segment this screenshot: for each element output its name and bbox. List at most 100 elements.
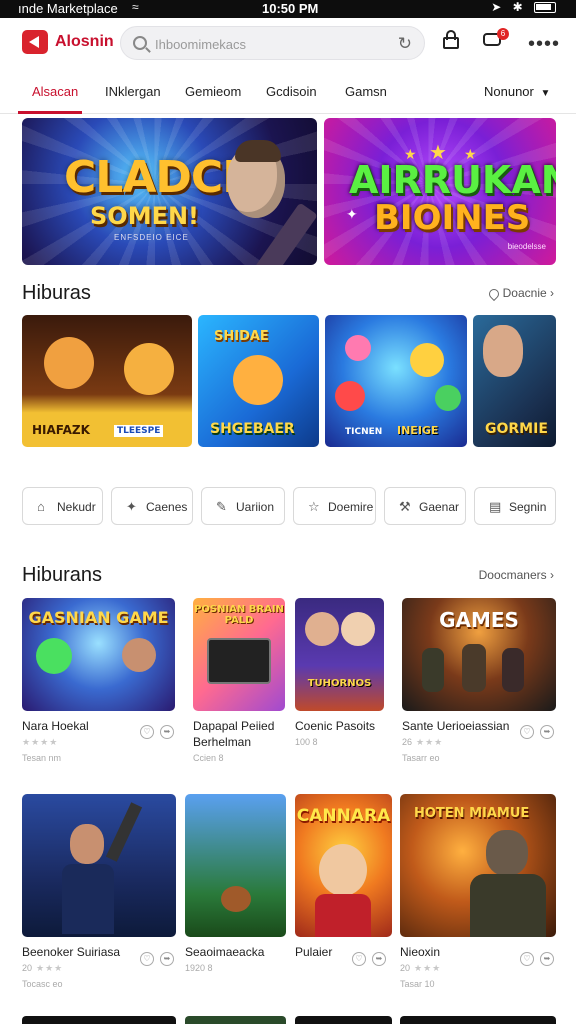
character-icon: [122, 638, 156, 672]
character-icon: [221, 886, 251, 912]
app-name[interactable]: Alosnin: [55, 33, 114, 51]
game-title[interactable]: Seaoimaeacka: [185, 945, 264, 959]
game-title[interactable]: Sante Uerioeiassian: [402, 719, 509, 733]
rating-stars: ★★★: [414, 963, 442, 973]
game-rating: 20: [22, 963, 33, 973]
game-card-image[interactable]: [295, 1016, 392, 1024]
chip-segnin[interactable]: ▤ Segnin: [474, 487, 556, 525]
character-body-icon: [62, 864, 114, 934]
chevron-down-icon: ▼: [540, 88, 551, 99]
promo-banner-2[interactable]: ★ ★ ★ ✦ AIRRUKAN BIOINES bieodelsse: [324, 118, 556, 265]
location-pin-icon: [486, 286, 501, 301]
share-icon[interactable]: ➥: [540, 952, 554, 966]
sparkle-icon: ✦: [126, 499, 137, 514]
game-meta: Tesan nm: [22, 753, 62, 763]
game-title[interactable]: Coenic Pasoits: [295, 719, 375, 733]
section-title-hiburas: Hiburas: [22, 282, 91, 304]
rating-stars: ★★★★: [22, 737, 59, 747]
character-face-icon: [483, 325, 523, 377]
chip-label: Doemire: [328, 500, 374, 514]
promo-banner-1[interactable]: CLADCR SOMEN! ENFSDEIO EICE: [22, 118, 317, 265]
rating-stars: ★★★: [36, 963, 64, 973]
tile-label: INEIGE: [397, 424, 439, 437]
game-title[interactable]: Pulaier: [295, 945, 332, 959]
game-art-title: TUHORNOS: [307, 678, 372, 689]
document-icon: ▤: [489, 499, 502, 514]
game-meta: 100 8: [295, 737, 318, 747]
game-card-image[interactable]: HOTEN MIAMUE: [400, 794, 556, 937]
game-card-image[interactable]: [22, 794, 176, 937]
refresh-icon[interactable]: ↻: [398, 34, 412, 54]
game-rating: 26: [402, 737, 413, 747]
banner-2-caption: bieodelsse: [507, 242, 546, 251]
game-card-image[interactable]: GAMES: [402, 598, 556, 711]
game-card-image[interactable]: TUHORNOS: [295, 598, 384, 711]
chip-nekudr[interactable]: ⌂ Nekudr: [22, 487, 103, 525]
app-header: Alosnin ↻ 6 ••••: [0, 18, 576, 68]
like-icon[interactable]: ♡: [520, 725, 534, 739]
featured-tile[interactable]: HIAFAZK TLEESPE: [22, 315, 192, 447]
game-card-image[interactable]: GASNIAN GAME: [22, 598, 175, 711]
tab-gemieom[interactable]: Gemieom: [185, 84, 241, 99]
character-body-icon: [470, 874, 546, 937]
game-card-image[interactable]: [185, 1016, 286, 1024]
chevron-right-icon: ›: [550, 286, 554, 300]
search-icon: [133, 36, 147, 50]
chip-label: Segnin: [509, 500, 547, 514]
tab-alsacan[interactable]: Alsacan: [32, 84, 78, 99]
chip-caenes[interactable]: ✦ Caenes: [111, 487, 193, 525]
character-face-icon: [227, 140, 285, 218]
tab-gcdisoin[interactable]: Gcdisoin: [266, 84, 317, 99]
lock-icon[interactable]: [442, 30, 460, 49]
game-title[interactable]: Nara Hoekal: [22, 719, 89, 733]
game-meta: Tocasc eo: [22, 979, 63, 989]
chip-gaenar[interactable]: ⚒ Gaenar: [384, 487, 466, 525]
character-icon: [124, 343, 174, 395]
chip-label: Gaenar: [419, 500, 460, 514]
search-input[interactable]: [155, 33, 385, 55]
sparkle-icon: ✦: [346, 206, 358, 222]
featured-tile[interactable]: GORMIE: [473, 315, 556, 447]
tab-gamsn[interactable]: Gamsn: [345, 84, 387, 99]
like-icon[interactable]: ♡: [520, 952, 534, 966]
like-icon[interactable]: ♡: [352, 952, 366, 966]
game-title[interactable]: Nieoxin: [400, 945, 440, 959]
active-tab-indicator: [18, 111, 82, 114]
more-options-icon[interactable]: ••••: [528, 34, 560, 54]
status-bar: ınde Marketplace ≈ 10:50 PM ➤ ✱: [0, 0, 576, 18]
share-icon[interactable]: ➥: [540, 725, 554, 739]
tab-dropdown[interactable]: Nonunor ▼: [484, 84, 550, 99]
status-time: 10:50 PM: [262, 1, 319, 16]
tab-inklergan[interactable]: INklergan: [105, 84, 161, 99]
share-icon[interactable]: ➥: [160, 725, 174, 739]
game-title[interactable]: Beenoker Suiriasa: [22, 945, 120, 959]
chip-doemire[interactable]: ☆ Doemire: [293, 487, 376, 525]
soldier-icon: [462, 644, 486, 692]
game-art-title: CANNARA: [296, 806, 391, 826]
chip-uariion[interactable]: ✎ Uariion: [201, 487, 285, 525]
share-icon[interactable]: ➥: [160, 952, 174, 966]
featured-tile[interactable]: TICNEN INEIGE: [325, 315, 467, 447]
like-icon[interactable]: ♡: [140, 725, 154, 739]
banner-1-caption: ENFSDEIO EICE: [114, 233, 189, 242]
game-card-image[interactable]: CANNARA: [295, 794, 392, 937]
game-card-image[interactable]: POSNIAN BRAIN PALD: [193, 598, 285, 711]
game-card-image[interactable]: [400, 1016, 556, 1024]
game-title-line2: Berhelman: [193, 735, 252, 749]
featured-tile[interactable]: SHIDAE SHGEBAER: [198, 315, 319, 447]
game-card-image[interactable]: [185, 794, 286, 937]
app-logo-icon[interactable]: [22, 30, 48, 54]
tile-label-secondary: TICNEN: [345, 427, 383, 437]
search-bar[interactable]: ↻: [120, 26, 425, 60]
section-link[interactable]: Doocmaners ›: [479, 568, 554, 582]
character-icon: [335, 381, 365, 411]
like-icon[interactable]: ♡: [140, 952, 154, 966]
character-icon: [435, 385, 461, 411]
character-icon: [341, 612, 375, 646]
game-meta: 1920 8: [185, 963, 213, 973]
home-icon: ⌂: [37, 499, 45, 514]
section-link[interactable]: Doacnie ›: [486, 286, 554, 301]
game-title[interactable]: Dapapal Peiied: [193, 719, 274, 733]
share-icon[interactable]: ➥: [372, 952, 386, 966]
game-card-image[interactable]: [22, 1016, 176, 1024]
